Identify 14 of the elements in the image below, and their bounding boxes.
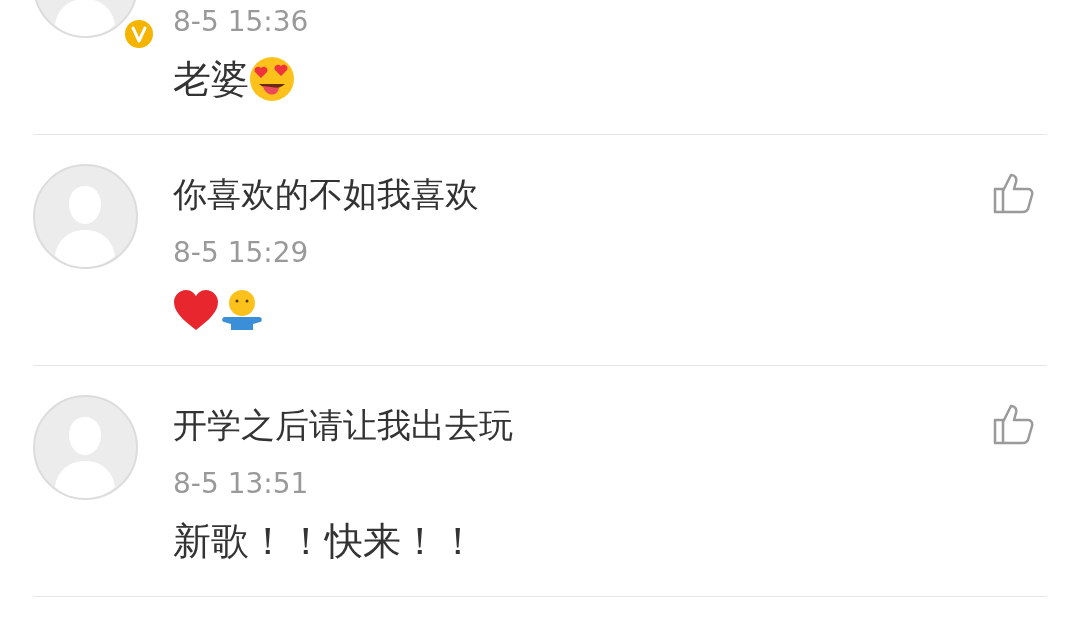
user-name[interactable]: 你喜欢的不如我喜欢 [173, 172, 479, 216]
heart-eyes-emoji-icon [249, 56, 295, 102]
user-name[interactable]: 开学之后请让我出去玩 [173, 403, 513, 447]
heart-emoji-icon [173, 289, 219, 331]
thumbs-up-icon[interactable] [993, 172, 1035, 214]
avatar-icon[interactable] [33, 164, 138, 269]
avatar-icon[interactable] [33, 395, 138, 500]
comment-text: 老婆 [173, 56, 249, 103]
comment-time: 8-5 13:51 [173, 466, 309, 502]
comment-time: 8-5 15:29 [173, 235, 309, 271]
comment-time: 8-5 15:36 [173, 4, 309, 40]
hug-emoji-icon [219, 289, 265, 331]
thumbs-up-icon[interactable] [993, 403, 1035, 445]
comment-text: 新歌！！快来！！ [173, 518, 477, 565]
